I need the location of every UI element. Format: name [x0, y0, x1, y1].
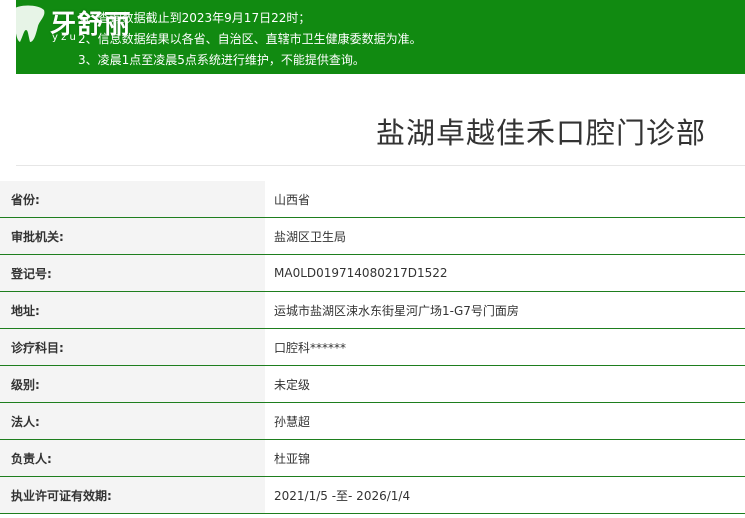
detail-row-registration: 登记号: MA0LD019714080217D1522	[0, 255, 745, 292]
detail-label: 审批机关:	[0, 218, 265, 254]
detail-value: 口腔科******	[274, 340, 347, 355]
detail-row-license-validity: 执业许可证有效期: 2021/1/5 -至- 2026/1/4	[0, 477, 745, 514]
detail-row-manager: 负责人: 杜亚锦	[0, 440, 745, 477]
detail-label: 级别:	[0, 366, 265, 402]
detail-row-authority: 审批机关: 盐湖区卫生局	[0, 218, 745, 255]
detail-row-specialty: 诊疗科目: 口腔科******	[0, 329, 745, 366]
detail-row-address: 地址: 运城市盐湖区涑水东街星河广场1-G7号门面房	[0, 292, 745, 329]
detail-value: 杜亚锦	[274, 451, 311, 466]
detail-value: 2021/1/5 -至- 2026/1/4	[274, 488, 411, 503]
detail-label: 负责人:	[0, 440, 265, 476]
page-title: 盐湖卓越佳禾口腔门诊部	[375, 116, 706, 150]
detail-row-level: 级别: 未定级	[0, 366, 745, 403]
notice-line: 3、凌晨1点至凌晨5点系统进行维护，不能提供查询。	[78, 53, 365, 67]
site-logo[interactable]: 牙舒丽 y z u	[8, 2, 138, 44]
notice-line: 2、信息数据结果以各省、自治区、直辖市卫生健康委数据为准。	[78, 32, 422, 46]
detail-value: 运城市盐湖区涑水东街星河广场1-G7号门面房	[274, 303, 519, 318]
detail-label: 法人:	[0, 403, 265, 439]
detail-row-province: 省份: 山西省	[0, 181, 745, 218]
detail-label: 登记号:	[0, 255, 265, 291]
logo-subtext: y z u	[52, 32, 76, 43]
detail-label: 诊疗科目:	[0, 329, 265, 365]
detail-value: 未定级	[274, 377, 311, 392]
tooth-logo-icon	[10, 5, 45, 42]
details-table: 省份: 山西省 审批机关: 盐湖区卫生局 登记号: MA0LD019714080…	[0, 181, 745, 514]
detail-value: 山西省	[274, 192, 311, 207]
detail-value: 盐湖区卫生局	[274, 229, 347, 244]
title-divider	[16, 165, 745, 166]
detail-label: 执业许可证有效期:	[0, 477, 265, 513]
detail-label: 省份:	[0, 181, 265, 217]
detail-label: 地址:	[0, 292, 265, 328]
notice-line: 1、查询数据截止到2023年9月17日22时；	[78, 11, 311, 25]
detail-value: 孙慧超	[274, 414, 311, 429]
detail-row-legal-person: 法人: 孙慧超	[0, 403, 745, 440]
detail-value: MA0LD019714080217D1522	[274, 266, 448, 280]
